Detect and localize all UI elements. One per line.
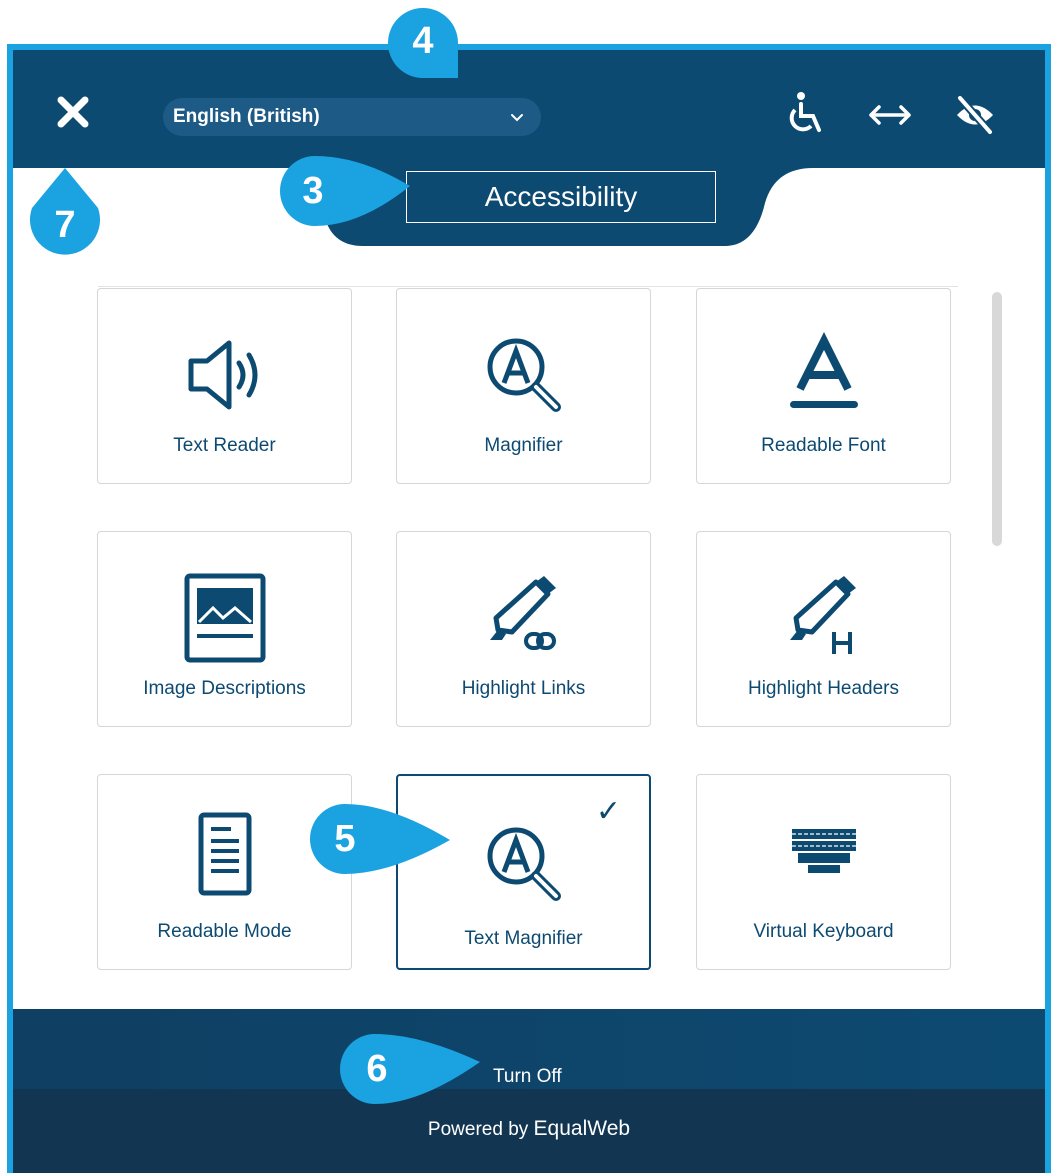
close-icon xyxy=(57,96,89,128)
close-button[interactable] xyxy=(53,92,93,132)
wheelchair-icon xyxy=(789,92,821,132)
readable-font-icon xyxy=(789,332,858,408)
check-icon: ✓ xyxy=(595,795,621,828)
powered-by-bar: Powered by EqualWeb xyxy=(13,1089,1045,1173)
callout-7: 7 xyxy=(20,168,110,258)
callout-4: 4 xyxy=(388,8,478,98)
tile-label: Highlight Links xyxy=(461,678,586,699)
tile-label: Highlight Headers xyxy=(747,678,900,699)
turn-off-button[interactable]: Turn Off xyxy=(493,1066,562,1088)
equalweb-link[interactable]: EqualWeb xyxy=(534,1117,631,1140)
speaker-icon xyxy=(188,340,257,410)
tile-label: Readable Mode xyxy=(157,921,292,942)
tile-virtual-keyboard[interactable]: Virtual Keyboard xyxy=(696,774,951,970)
highlight-headers-icon xyxy=(789,576,856,654)
expand-width-button[interactable] xyxy=(865,90,915,140)
tile-label: Magnifier xyxy=(484,435,563,456)
tile-label: Text Magnifier xyxy=(464,928,583,949)
chevron-down-icon xyxy=(511,114,523,122)
tile-highlight-headers[interactable]: Highlight Headers xyxy=(696,531,951,727)
wheelchair-button[interactable] xyxy=(783,90,827,140)
document-icon xyxy=(198,812,251,896)
eye-slash-icon xyxy=(957,95,993,135)
tile-label: Text Reader xyxy=(173,435,276,456)
horizontal-arrows-icon xyxy=(869,105,911,125)
tile-text-reader[interactable]: Text Reader xyxy=(97,288,352,484)
scrollbar[interactable] xyxy=(992,292,1002,546)
tab-accessibility[interactable]: Accessibility xyxy=(406,171,716,223)
callout-5: 5 xyxy=(310,804,450,894)
hide-interface-button[interactable] xyxy=(953,90,997,140)
image-icon xyxy=(184,573,265,663)
tile-readable-font[interactable]: Readable Font xyxy=(696,288,951,484)
callout-3: 3 xyxy=(280,156,410,246)
language-select-value: English (British) xyxy=(173,106,320,127)
highlight-links-icon xyxy=(489,576,556,650)
tile-image-descriptions[interactable]: Image Descriptions xyxy=(97,531,352,727)
callout-6: 6 xyxy=(340,1034,480,1124)
language-select[interactable]: English (British) xyxy=(163,98,541,136)
divider xyxy=(98,286,958,287)
tile-label: Readable Font xyxy=(761,435,886,456)
tile-magnifier[interactable]: Magnifier xyxy=(396,288,651,484)
tile-label: Virtual Keyboard xyxy=(753,921,894,942)
tile-highlight-links[interactable]: Highlight Links xyxy=(396,531,651,727)
tile-label: Image Descriptions xyxy=(143,678,306,699)
text-magnifier-icon xyxy=(487,827,561,901)
magnifier-icon xyxy=(487,338,561,412)
tab-title: Accessibility xyxy=(484,181,638,212)
accessibility-panel: English (British) Accessibility Text Rea… xyxy=(7,44,1051,1173)
keyboard-icon xyxy=(791,829,856,873)
